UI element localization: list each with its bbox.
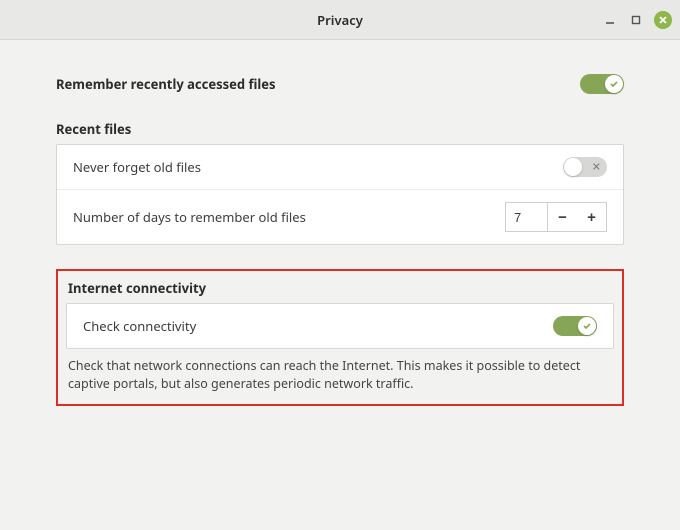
days-input[interactable] — [505, 202, 547, 232]
remember-toggle[interactable] — [580, 74, 624, 94]
days-row: Number of days to remember old files − + — [57, 189, 623, 244]
never-forget-label: Never forget old files — [73, 158, 201, 176]
internet-section-highlight: Internet connectivity Check connectivity… — [56, 269, 624, 406]
close-button[interactable] — [654, 11, 672, 29]
internet-description: Check that network connections can reach… — [68, 357, 612, 392]
toggle-knob — [605, 75, 623, 93]
x-icon: ✕ — [592, 162, 601, 173]
titlebar: Privacy — [0, 0, 680, 40]
never-forget-row: Never forget old files ✕ — [57, 145, 623, 189]
content-area: Remember recently accessed files Recent … — [0, 40, 680, 430]
recent-files-heading: Recent files — [56, 120, 624, 138]
toggle-knob — [578, 317, 596, 335]
recent-files-card: Never forget old files ✕ Number of days … — [56, 144, 624, 245]
maximize-button[interactable] — [628, 12, 644, 28]
window-buttons — [602, 0, 672, 40]
window-title: Privacy — [317, 11, 363, 29]
never-forget-toggle[interactable]: ✕ — [563, 157, 607, 177]
check-toggle[interactable] — [553, 316, 597, 336]
remember-row: Remember recently accessed files — [56, 64, 624, 114]
check-row: Check connectivity — [67, 304, 613, 348]
check-label: Check connectivity — [83, 317, 196, 335]
days-increment-button[interactable]: + — [577, 202, 607, 232]
internet-heading: Internet connectivity — [68, 279, 614, 297]
toggle-knob — [564, 158, 582, 176]
days-stepper: − + — [505, 202, 607, 232]
internet-card: Check connectivity — [66, 303, 614, 349]
minimize-button[interactable] — [602, 12, 618, 28]
remember-label: Remember recently accessed files — [56, 75, 276, 93]
days-label: Number of days to remember old files — [73, 208, 306, 226]
days-decrement-button[interactable]: − — [547, 202, 577, 232]
